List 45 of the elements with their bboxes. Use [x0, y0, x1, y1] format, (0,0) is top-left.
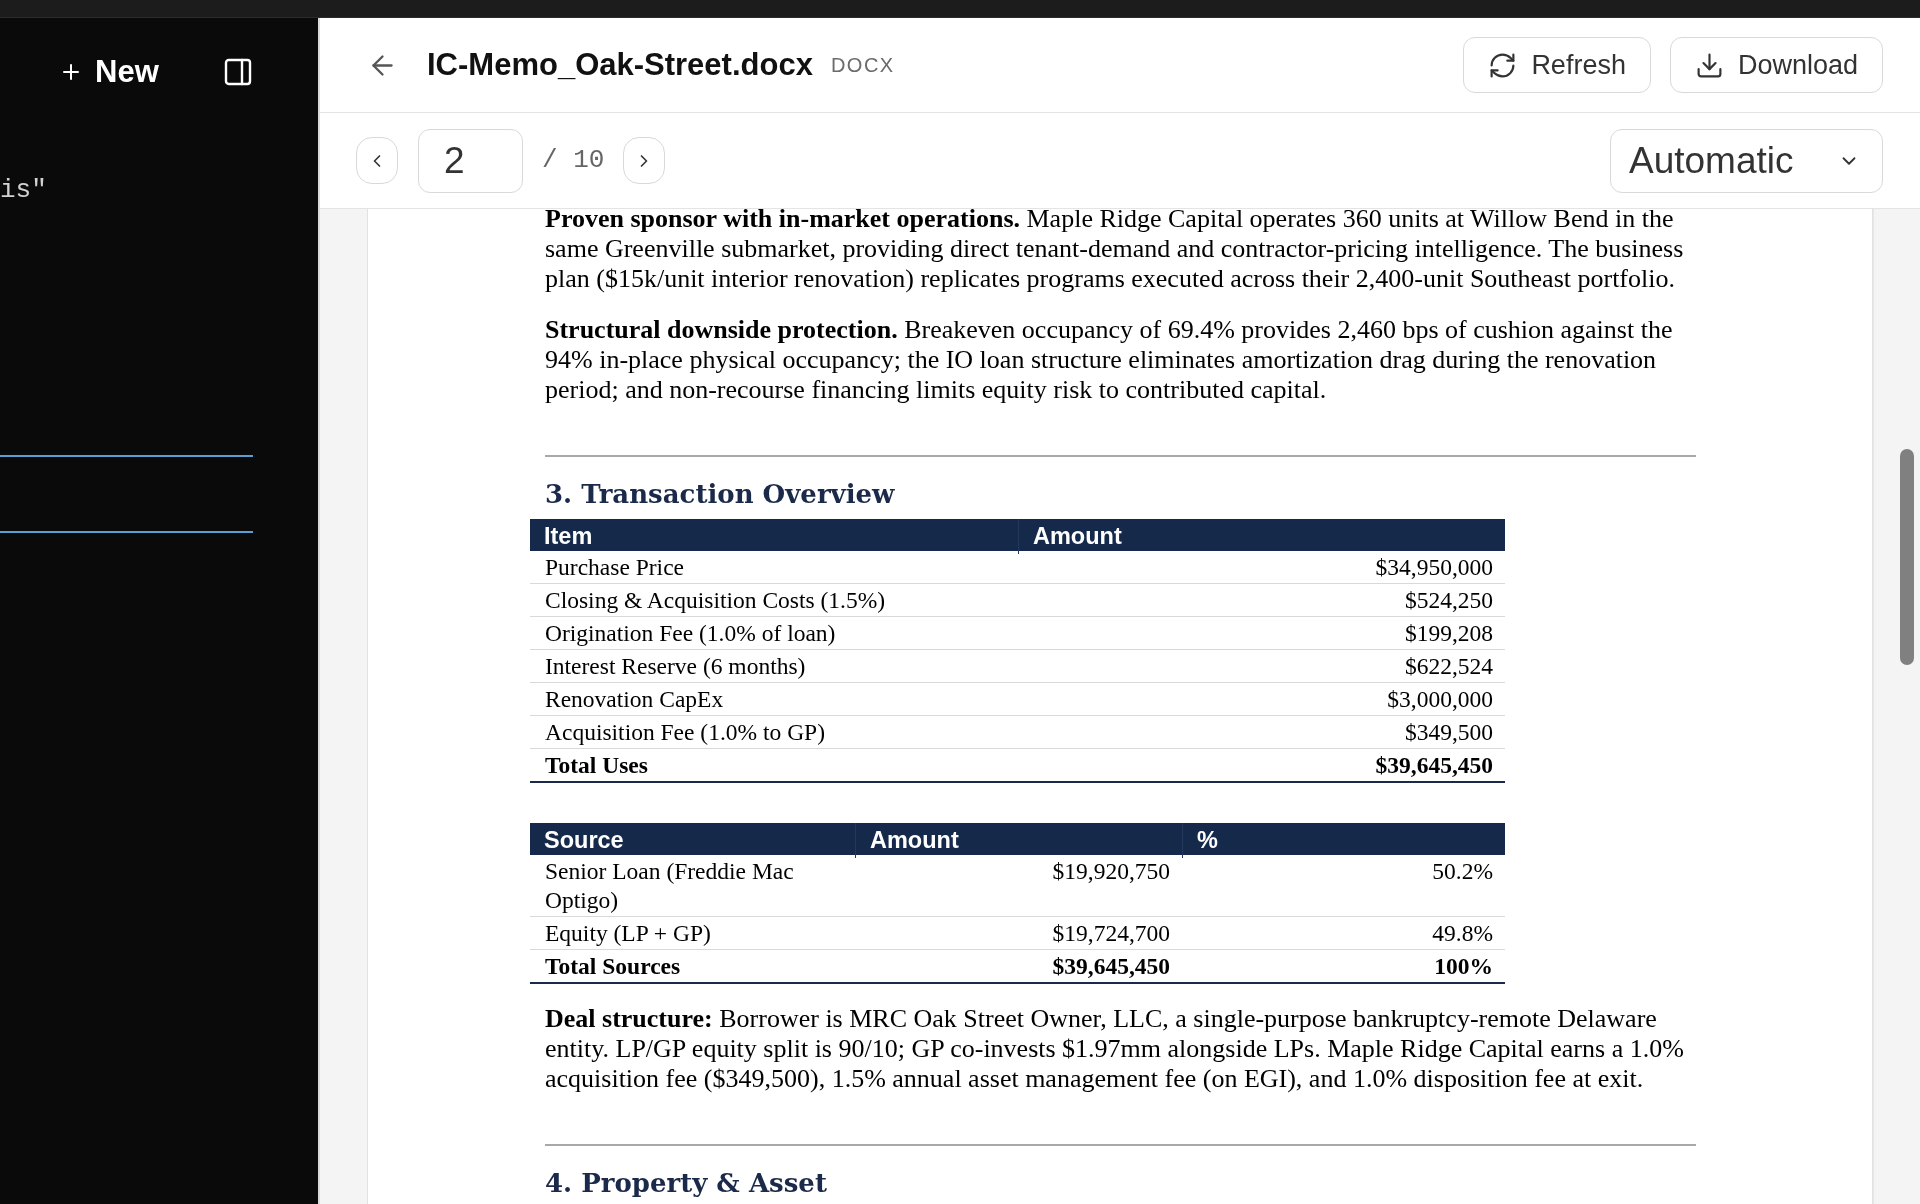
table-cell: $524,250	[1404, 587, 1493, 613]
paragraph: Deal structure: Borrower is MRC Oak Street Owner, LLC, a single-purpose bankruptcy-remote Delaware entity. LP/GP equity split is 90/10; GP co-invests $1.97mm alongside LPs. Maple Ridge Capital earns a 1.0% acquisition fee ($349,500), 1.5% annual asset management fee (on EGI), and 1.0% disposition fee at exit.	[545, 1004, 1685, 1094]
new-button[interactable]: New	[56, 48, 162, 96]
table-cell: Purchase Price	[545, 554, 684, 580]
table-cell: Interest Reserve (6 months)	[545, 653, 806, 679]
column-header: Source	[543, 826, 625, 855]
previous-page-button[interactable]	[356, 137, 398, 184]
scrollbar-thumb[interactable]	[1900, 449, 1914, 665]
table-cell: Acquisition Fee (1.0% to GP)	[545, 719, 825, 745]
table-cell: 50.2%	[1432, 858, 1493, 884]
refresh-button[interactable]: Refresh	[1463, 37, 1651, 93]
section-heading: 4. Property & Asset	[545, 1167, 828, 1199]
download-button[interactable]: Download	[1669, 37, 1883, 93]
file-type-label: DOCX	[830, 53, 895, 78]
table-cell: $3,000,000	[1387, 686, 1493, 712]
table-cell: $34,950,000	[1375, 554, 1493, 580]
table-cell: Equity (LP + GP)	[545, 920, 711, 946]
section-heading: 3. Transaction Overview	[545, 478, 896, 510]
table-cell: Senior Loan (Freddie Mac Optigo)	[545, 858, 794, 913]
table-cell: $39,645,450	[1052, 953, 1170, 979]
column-header: Item	[543, 522, 594, 551]
page-number-input[interactable]: 2	[418, 128, 523, 193]
table-cell: $622,524	[1404, 653, 1493, 679]
code-snippet: is"	[0, 175, 47, 205]
table-cell: 49.8%	[1432, 920, 1493, 946]
table-cell: Origination Fee (1.0% of loan)	[545, 620, 836, 646]
column-header: %	[1182, 823, 1505, 859]
table-cell: $19,724,700	[1052, 920, 1170, 946]
column-header: Amount	[1018, 519, 1505, 555]
table-cell: $39,645,450	[1375, 752, 1493, 778]
paragraph: Proven sponsor with in-market operations. Maple Ridge Capital operates 360 units at Willow Bend in the same Greenville submarket, providing direct tenant-demand and contractor-pricing intelligence. The business plan ($15k/unit interior renovation) replicates programs executed across their 2,400-unit Southeast portfolio.	[545, 209, 1685, 294]
paragraph: Structural downside protection. Breakeven occupancy of 69.4% provides 2,460 bps of cushion against the 94% in-place physical occupancy; the IO loan structure eliminates amortization drag during the renovation period; and non-recourse financing limits equity risk to contributed capital.	[545, 315, 1674, 405]
next-page-button[interactable]	[623, 137, 666, 184]
table-cell: $199,208	[1404, 620, 1493, 646]
zoom-select[interactable]: Automatic	[1610, 128, 1883, 193]
page-count: / 10	[542, 144, 605, 177]
file-title: IC-Memo_Oak-Street.docx	[427, 45, 813, 84]
table-cell: $19,920,750	[1052, 858, 1170, 884]
column-header: Amount	[855, 823, 1182, 859]
table-cell: $349,500	[1404, 719, 1493, 745]
table-cell: Total Uses	[545, 752, 648, 778]
table-cell: Renovation CapEx	[545, 686, 724, 712]
table-cell: Closing & Acquisition Costs (1.5%)	[545, 587, 886, 613]
table-cell: 100%	[1434, 953, 1493, 979]
table-cell: Total Sources	[545, 953, 681, 979]
